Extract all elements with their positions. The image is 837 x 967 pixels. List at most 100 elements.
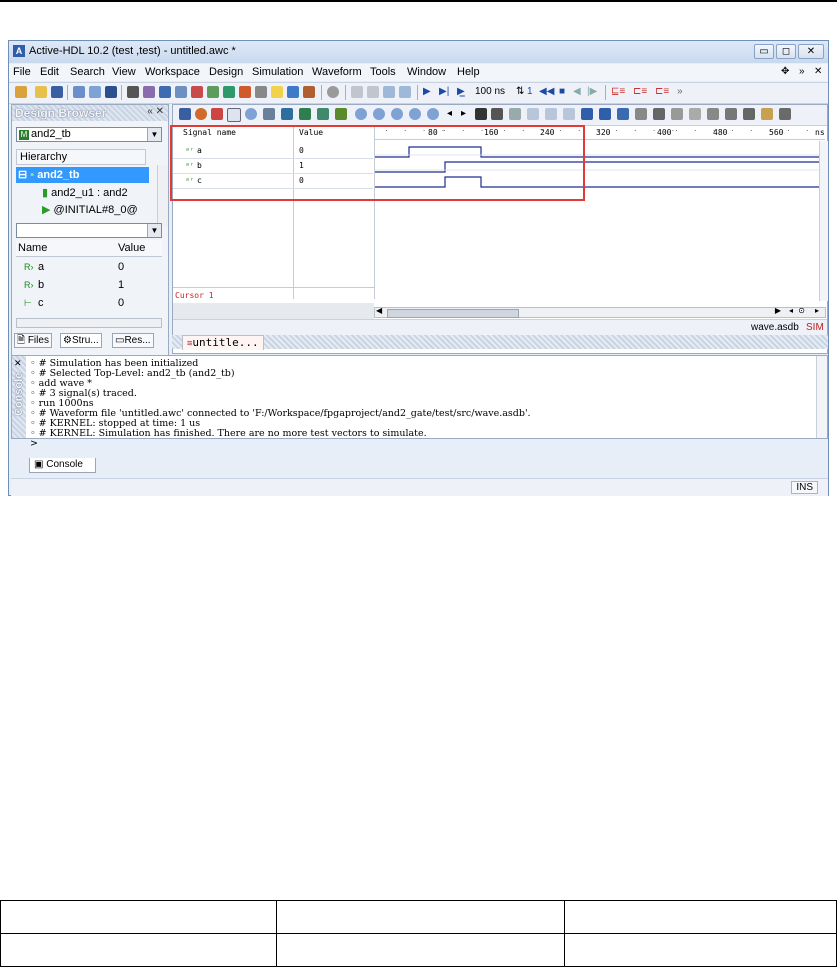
run-for-icon[interactable]: ▶̲ [457,86,465,97]
marker-icon[interactable] [689,108,701,120]
waveform-hscrollbar[interactable]: ◀ ▶ ◂ ⊙ ▸ [374,306,826,318]
zoom-left-icon[interactable]: ◂ [789,306,793,315]
console-window-icon[interactable] [303,86,315,98]
waveform-vscrollbar[interactable] [819,141,828,301]
breakpoint-icon[interactable] [351,86,363,98]
tip-bulb-icon[interactable] [271,86,283,98]
script-icon[interactable] [743,108,755,120]
menu-tools[interactable]: Tools [370,66,396,78]
waveform-viewer-icon[interactable] [287,86,299,98]
menu-waveform[interactable]: Waveform [312,66,362,78]
panel-close-icon[interactable]: « ✕ [147,106,164,117]
object-row-c[interactable]: ⊢ c 0 [16,294,162,312]
time-step-spinner[interactable]: ⇅ [516,86,524,97]
find-icon[interactable] [175,86,187,98]
signal-tree-icon[interactable] [617,108,629,120]
virtual-signal-icon[interactable] [317,108,329,120]
trace-over-icon[interactable] [399,86,411,98]
library-manager-icon[interactable] [239,86,251,98]
zoom-right-icon[interactable]: ▸ [815,306,819,315]
console-scrollbar[interactable] [816,356,827,438]
menu-edit[interactable]: Edit [40,66,59,78]
compile-all-icon[interactable] [89,86,101,98]
tree-item-initial-process[interactable]: ▶ @INITIAL#8_0@ [42,202,138,218]
netlist-icon[interactable] [255,86,267,98]
add-signals-icon[interactable] [211,108,223,120]
close-button[interactable]: ✕ [798,44,824,59]
stopwatch-icon[interactable] [195,108,207,120]
next-event-icon[interactable]: ▸ [461,108,466,119]
menu-help[interactable]: Help [457,66,480,78]
menu-simulation[interactable]: Simulation [252,66,303,78]
move-icon[interactable]: ✥ [781,66,789,77]
tab-files[interactable]: 🗎 Files [14,333,52,348]
maximize-button[interactable]: ◻ [776,44,796,59]
compare-icon[interactable] [581,108,593,120]
top-level-selector[interactable]: Mand2_tb ▼ [16,127,162,142]
step-icon[interactable]: 1 [527,86,533,97]
time-step-field[interactable]: 100 ns [475,86,505,97]
radix-icon[interactable] [281,108,293,120]
scroll-left-icon[interactable]: ◀ [376,306,382,315]
find-transition-icon[interactable] [475,108,487,120]
toggle-breakpoint-icon[interactable]: ⊏≡ [633,86,647,97]
hierarchy-icon[interactable] [207,86,219,98]
group-icon[interactable] [299,108,311,120]
tree-item-and2-u1[interactable]: ▮ and2_u1 : and2 [42,185,128,201]
zoom-icon[interactable] [245,108,257,120]
source-icon[interactable] [223,86,235,98]
prev-event-icon[interactable]: ◂ [447,108,452,119]
object-row-a[interactable]: R› a 0 [16,258,162,276]
save-icon[interactable] [51,86,63,98]
tree-item-and2-tb[interactable]: ⊟ ▪ and2_tb [16,167,149,183]
select-pointer-icon[interactable] [227,108,241,122]
zoom-cursor-icon[interactable] [427,108,439,120]
zoom-range-icon[interactable] [409,108,421,120]
state-diagram-icon[interactable] [191,86,203,98]
print-preview-icon[interactable] [761,108,773,120]
stop-sim-icon[interactable]: ■ [559,86,565,97]
menu-design[interactable]: Design [209,66,243,78]
menu-workspace[interactable]: Workspace [145,66,200,78]
step-back-icon[interactable]: ◀ [573,86,581,97]
trace-icon[interactable] [383,86,395,98]
zoom-fit-icon[interactable] [391,108,403,120]
menu-window[interactable]: Window [407,66,446,78]
bus-icon[interactable] [671,108,683,120]
restart-icon[interactable]: ◀◀ [539,86,554,97]
object-list-hscrollbar[interactable] [16,318,162,328]
scroll-thumb[interactable] [387,309,519,318]
zoom-fit-small-icon[interactable]: ⊙ [798,306,805,315]
overflow-icon[interactable]: » [799,66,805,77]
edit-stimulus-icon[interactable] [527,108,539,120]
clock-stimulus-icon[interactable] [545,108,557,120]
chevron-down-icon[interactable]: ▼ [147,128,161,141]
save-waveform-icon[interactable] [179,108,191,120]
run-until-icon[interactable]: ▶| [439,86,449,97]
tab-console[interactable]: ▣ Console [29,458,96,473]
zoom-out-icon[interactable] [373,108,385,120]
block-icon[interactable] [707,108,719,120]
console-close-icon[interactable]: ✕ [14,358,22,369]
collapse-icon[interactable]: ⊟ [18,169,27,181]
scope-selector[interactable]: ▼ [16,223,162,238]
binary-icon[interactable] [599,108,611,120]
events-icon[interactable] [653,108,665,120]
hierarchy-scrollbar[interactable] [157,165,168,227]
print-icon[interactable] [779,108,791,120]
list-view-icon[interactable] [635,108,647,120]
step-forward-icon[interactable]: |▶ [587,86,597,97]
menu-close-icon[interactable]: ✕ [814,66,822,77]
gray-block-icon[interactable] [725,108,737,120]
object-row-b[interactable]: R› b 1 [16,276,162,294]
tab-resources[interactable]: ▭Res... [112,333,154,348]
formula-icon[interactable] [563,108,575,120]
design-flow-icon[interactable] [105,86,117,98]
menu-search[interactable]: Search [70,66,105,78]
toolbar-overflow-icon[interactable]: » [677,86,683,97]
console-prompt[interactable]: > [30,438,38,449]
library-icon[interactable] [127,86,139,98]
clear-breakpoints-icon[interactable]: ⊏≡ [655,86,669,97]
block-diagram-icon[interactable] [143,86,155,98]
measure-icon[interactable] [263,108,275,120]
